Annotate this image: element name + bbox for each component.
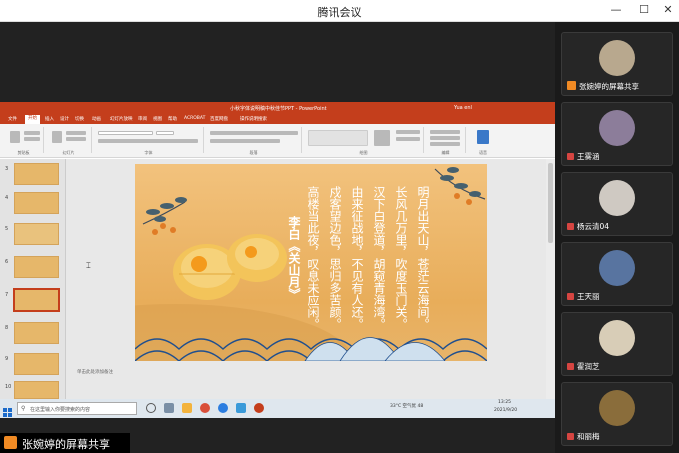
powerpoint-icon[interactable] [254,403,264,413]
tab-baidu[interactable]: 百度网盘 [210,116,228,122]
taskbar-search-input[interactable]: ⚲ 在这里输入你要搜索的内容 [17,402,137,415]
screen-share-label: 张婉婷的屏幕共享 [0,433,130,453]
poem-col-2: 长风几万里，吹度玉门关。 [394,186,408,330]
participant-tile[interactable]: 王雾涵 [561,102,673,166]
share-screen-icon [4,436,17,449]
powerpoint-user: Yua enl [454,105,472,111]
tab-help[interactable]: 帮助 [168,116,177,122]
slide-cursor: ⌶ [86,261,91,270]
task-view-icon[interactable] [164,403,174,413]
slide-thumbnails: 3 4 5 6 7 8 9 10 [0,159,66,404]
avatar [599,390,635,426]
clock-date[interactable]: 2021/9/20 [494,408,517,413]
participant-tile[interactable]: 霍润芝 [561,312,673,376]
group-font[interactable]: 字体 [94,127,204,155]
shared-screen: 小秋字体说明稿中秋佳节PPT - PowerPoint Yua enl 文件 开… [0,102,555,418]
cortana-icon[interactable] [146,403,156,413]
poem-col-4: 由来征战地，不见有人还。 [350,186,364,330]
slide-thumb[interactable]: 8 [5,322,59,344]
tab-file[interactable]: 文件 [8,116,17,122]
slide-thumb[interactable]: 3 [5,163,59,185]
ribbon: 剪贴板 幻灯片 字体 段落 绘图 编辑 语音 [0,124,555,158]
minimize-button[interactable]: — [608,3,624,16]
mic-muted-icon [567,153,574,160]
slide-thumb[interactable]: 10 [5,381,59,399]
close-button[interactable]: ✕ [660,3,676,16]
group-slides[interactable]: 幻灯片 [46,127,92,155]
slide-canvas[interactable]: 明月出天山，苍茫云海间。 长风几万里，吹度玉门关。 汉下白登道，胡窥青海湾。 由… [135,164,487,361]
participant-panel: 张婉婷的屏幕共享 王雾涵 杨云清04 王天丽 霍润芝 和丽梅 [555,22,679,453]
window-titlebar: 腾讯会议 — ☐ ✕ [0,0,679,22]
windows-taskbar: ⚲ 在这里输入你要搜索的内容 33°C 空气优 48 13:25 2021/9/… [0,399,555,418]
tab-tellme[interactable]: 操作说明搜索 [240,116,267,122]
tab-acrobat[interactable]: ACROBAT [184,116,205,121]
group-clipboard[interactable]: 剪贴板 [4,127,44,155]
ribbon-tabs: 文件 开始 插入 设计 切换 动画 幻灯片放映 审阅 视图 帮助 ACROBAT… [0,114,555,124]
mic-muted-icon [567,433,574,440]
group-editing[interactable]: 编辑 [426,127,466,155]
group-voice[interactable]: 语音 [468,127,498,155]
avatar [599,180,635,216]
participant-tile[interactable]: 张婉婷的屏幕共享 [561,32,673,96]
clock-time[interactable]: 13:25 [498,400,511,405]
tab-transitions[interactable]: 切换 [75,116,84,122]
meeting-icon[interactable] [236,403,246,413]
group-paragraph[interactable]: 段落 [206,127,302,155]
avatar [599,250,635,286]
slide-thumb[interactable]: 9 [5,353,59,375]
participant-tile[interactable]: 杨云清04 [561,172,673,236]
slide-thumb[interactable]: 4 [5,192,59,214]
poem-col-6: 高楼当此夜，叹息未应闲。 [306,186,320,330]
tab-review[interactable]: 审阅 [138,116,147,122]
tab-design[interactable]: 设计 [60,116,69,122]
poem-col-3: 汉下白登道，胡窥青海湾。 [372,186,386,330]
windows-start-icon[interactable] [3,403,13,417]
file-explorer-icon[interactable] [182,403,192,413]
tab-view[interactable]: 视图 [153,116,162,122]
slide-thumb[interactable]: 6 [5,256,59,278]
app-icon[interactable] [200,403,210,413]
powerpoint-title: 小秋字体说明稿中秋佳节PPT - PowerPoint [230,106,327,112]
participant-tile[interactable]: 和丽梅 [561,382,673,446]
vertical-scrollbar[interactable] [546,159,555,404]
avatar [599,110,635,146]
share-screen-icon [567,81,576,90]
tab-animations[interactable]: 动画 [92,116,101,122]
poem-title: 李白《关山月》 [287,216,301,300]
main-share-stage: 小秋字体说明稿中秋佳节PPT - PowerPoint Yua enl 文件 开… [0,22,555,453]
group-drawing[interactable]: 绘图 [304,127,424,155]
mic-muted-icon [567,293,574,300]
slide-thumb[interactable]: 5 [5,223,59,245]
weather-text[interactable]: 33°C 空气优 48 [390,403,423,409]
slide-thumb-selected[interactable]: 7 [5,288,60,312]
tab-insert[interactable]: 插入 [45,116,54,122]
poem-col-5: 戍客望边色，思归多苦颜。 [328,186,342,330]
powerpoint-titlebar: 小秋字体说明稿中秋佳节PPT - PowerPoint Yua enl [0,102,555,114]
edge-icon[interactable] [218,403,228,413]
search-icon: ⚲ [21,405,26,412]
notes-placeholder[interactable]: 单击此处添加备注 [77,369,113,375]
avatar [599,320,635,356]
mic-muted-icon [567,363,574,370]
participant-tile[interactable]: 王天丽 [561,242,673,306]
window-title: 腾讯会议 [317,6,362,19]
editor-area: 3 4 5 6 7 8 9 10 明月出天山，苍茫云海间。 长风几万里，吹度玉门… [0,159,555,404]
tab-home[interactable]: 开始 [25,115,40,124]
maximize-button[interactable]: ☐ [636,3,652,16]
poem-col-1: 明月出天山，苍茫云海间。 [416,186,430,330]
mooncake-right [227,234,287,282]
mic-muted-icon [567,223,574,230]
tab-slideshow[interactable]: 幻灯片放映 [110,116,133,122]
avatar [599,40,635,76]
